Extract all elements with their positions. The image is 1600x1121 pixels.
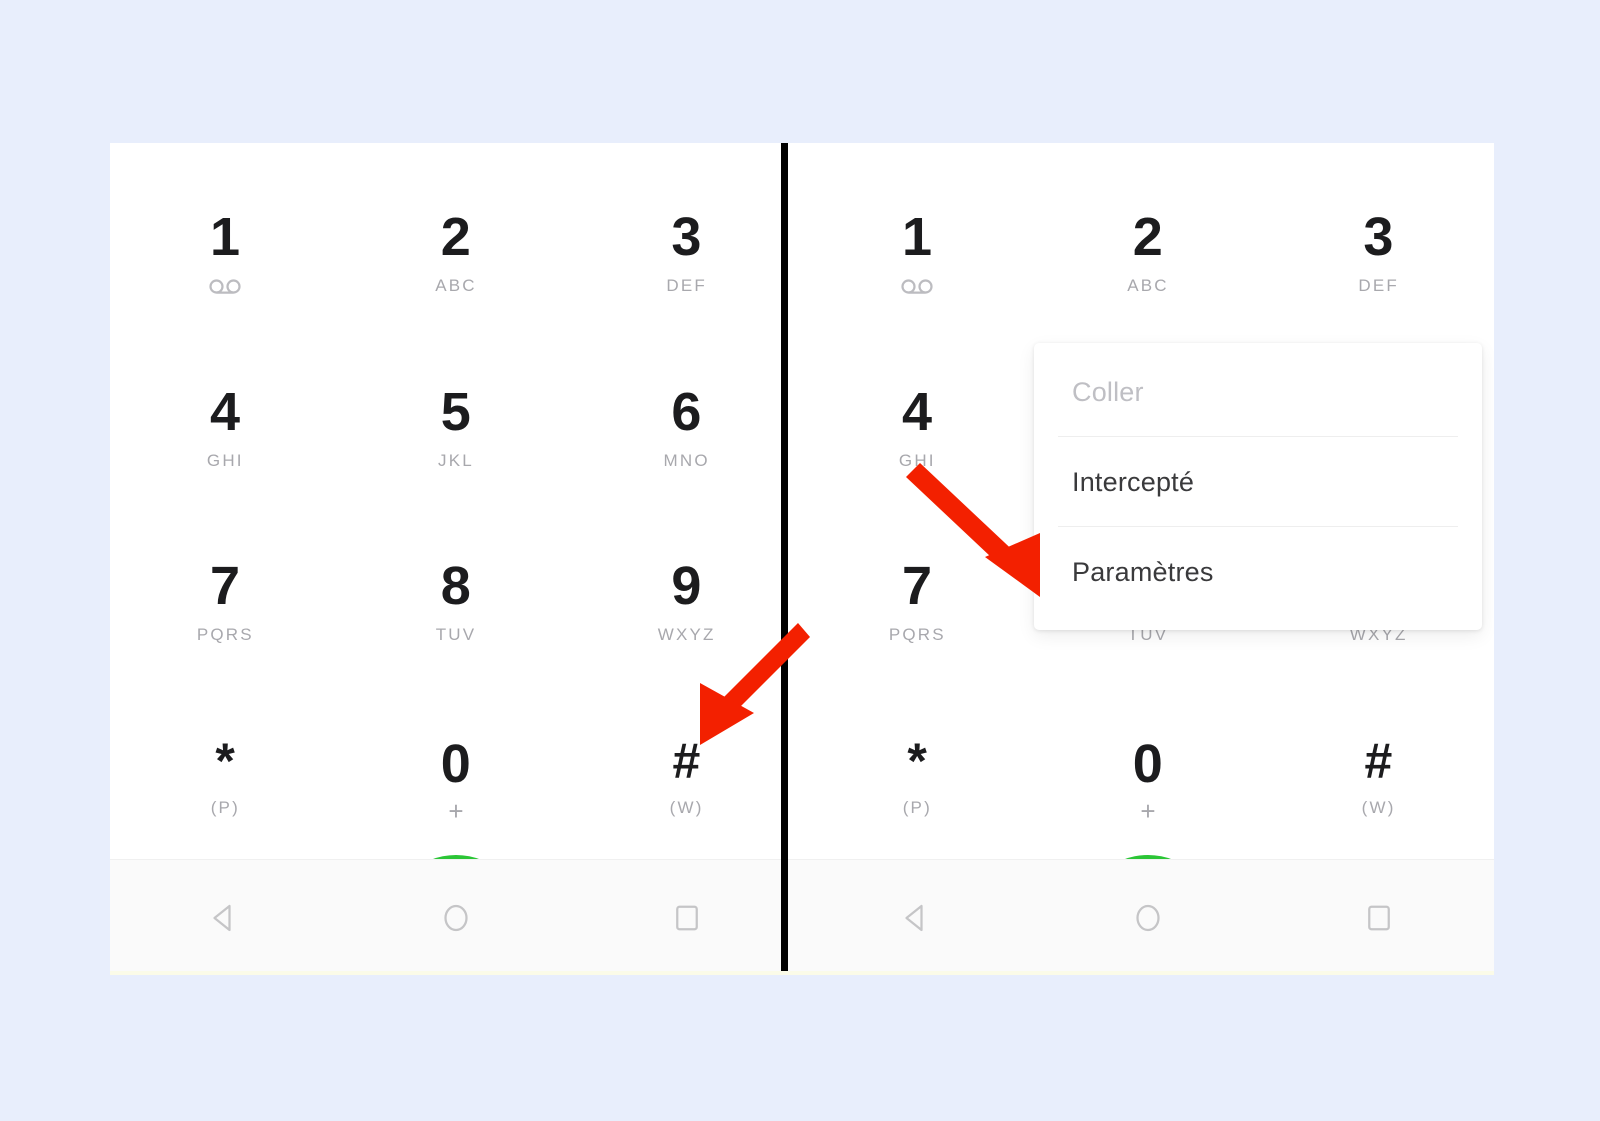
back-triangle-icon <box>905 904 923 931</box>
dial-key-digit: 8 <box>440 556 472 617</box>
dial-key-digit: 2 <box>1132 207 1164 268</box>
dial-key-hash[interactable]: # (W) <box>1263 689 1494 864</box>
dial-key-digit: 4 <box>902 381 933 442</box>
dial-key-letters: (W) <box>669 797 704 817</box>
voicemail-icon <box>900 278 934 295</box>
tutorial-board: 1 2 ABC 3 DEF 4 GHI 5 JKL 6 MNO 7 PQRS 8… <box>110 143 1494 975</box>
dial-key-letters: (W) <box>1361 797 1396 817</box>
dial-key-digit: 4 <box>210 381 241 442</box>
android-navbar-right <box>802 859 1494 975</box>
dial-key-7[interactable]: 7 PQRS <box>110 514 341 689</box>
nav-home-button[interactable] <box>1130 900 1166 936</box>
voicemail-icon <box>208 278 242 295</box>
dialer-overflow-popup-menu: Coller Intercepté Paramètres <box>1034 343 1482 630</box>
dial-key-hash[interactable]: # (W) <box>571 689 802 864</box>
dial-key-digit: 0 <box>440 733 472 794</box>
dial-key-letters: (P) <box>902 797 932 817</box>
dial-key-2[interactable]: 2 ABC <box>341 165 572 340</box>
dial-key-letters: ABC <box>1127 276 1169 296</box>
home-circle-icon <box>1136 904 1160 931</box>
dial-key-letters: ABC <box>435 276 477 296</box>
android-navbar-left <box>110 859 802 975</box>
dial-key-digit: 7 <box>902 556 933 617</box>
recents-square-icon <box>1367 905 1390 930</box>
dial-key-letters: MNO <box>663 450 710 470</box>
dial-key-digit: 7 <box>210 556 241 617</box>
dial-key-digit: 6 <box>671 381 702 442</box>
nav-back-button[interactable] <box>899 900 935 936</box>
screenshot-panel-step-1: 1 2 ABC 3 DEF 4 GHI 5 JKL 6 MNO 7 PQRS 8… <box>110 143 802 975</box>
dial-key-digit: 1 <box>902 206 933 267</box>
dial-key-letters: JKL <box>438 450 474 470</box>
dial-key-letters: GHI <box>206 450 244 470</box>
dial-key-letters: PQRS <box>196 625 254 645</box>
dial-key-7[interactable]: 7 PQRS <box>802 514 1033 689</box>
dial-key-6[interactable]: 6 MNO <box>571 340 802 515</box>
dial-key-digit: 2 <box>440 207 472 268</box>
dial-key-4[interactable]: 4 GHI <box>802 340 1033 515</box>
dial-key-digit: * <box>215 732 236 789</box>
menu-item-intercepte[interactable]: Intercepté <box>1034 437 1482 526</box>
dial-key-4[interactable]: 4 GHI <box>110 340 341 515</box>
dial-key-digit: * <box>907 732 928 789</box>
nav-back-button[interactable] <box>207 900 243 936</box>
dial-key-5[interactable]: 5 JKL <box>341 340 572 515</box>
dial-key-letters: DEF <box>1358 276 1399 296</box>
dial-key-letters: (P) <box>210 797 240 817</box>
dial-key-1[interactable]: 1 <box>110 165 341 340</box>
dial-key-digit: 3 <box>671 207 702 268</box>
dial-key-letters: + <box>448 795 464 826</box>
nav-home-button[interactable] <box>438 900 474 936</box>
recents-square-icon <box>675 905 698 930</box>
dial-key-letters: DEF <box>666 276 707 296</box>
dial-key-star[interactable]: * (P) <box>802 689 1033 864</box>
dial-key-digit: 0 <box>1132 733 1164 794</box>
nav-recents-button[interactable] <box>669 900 705 936</box>
dial-key-digit: # <box>1364 732 1393 789</box>
home-circle-icon <box>444 904 468 931</box>
board-bottom-edge <box>110 971 1494 975</box>
dial-key-2[interactable]: 2 ABC <box>1033 165 1264 340</box>
menu-item-coller[interactable]: Coller <box>1034 347 1482 436</box>
dial-key-letters: PQRS <box>888 625 946 645</box>
dial-key-digit: 5 <box>440 381 472 442</box>
dial-key-3[interactable]: 3 DEF <box>1263 165 1494 340</box>
nav-recents-button[interactable] <box>1361 900 1397 936</box>
dial-key-0[interactable]: 0 + <box>341 689 572 864</box>
dial-key-letters: GHI <box>898 450 936 470</box>
dial-key-1[interactable]: 1 <box>802 165 1033 340</box>
dial-key-letters: TUV <box>435 625 477 645</box>
dial-key-digit: 9 <box>671 556 702 617</box>
dial-key-letters: WXYZ <box>657 625 716 645</box>
dial-key-letters: + <box>1140 795 1156 826</box>
back-triangle-icon <box>213 904 231 931</box>
dialpad-left: 1 2 ABC 3 DEF 4 GHI 5 JKL 6 MNO 7 PQRS 8… <box>110 143 802 863</box>
dial-key-digit: # <box>672 732 701 789</box>
panel-divider <box>781 143 788 975</box>
screenshot-panel-step-2: 1 2 ABC 3 DEF 4 GHI 7 PQRS TUV WXYZ * (P… <box>802 143 1494 975</box>
dial-key-3[interactable]: 3 DEF <box>571 165 802 340</box>
dial-key-9[interactable]: 9 WXYZ <box>571 514 802 689</box>
dial-key-star[interactable]: * (P) <box>110 689 341 864</box>
menu-item-parametres[interactable]: Paramètres <box>1034 527 1482 616</box>
dial-key-digit: 1 <box>210 206 241 267</box>
dial-key-8[interactable]: 8 TUV <box>341 514 572 689</box>
dial-key-0[interactable]: 0 + <box>1033 689 1264 864</box>
dial-key-digit: 3 <box>1363 207 1394 268</box>
